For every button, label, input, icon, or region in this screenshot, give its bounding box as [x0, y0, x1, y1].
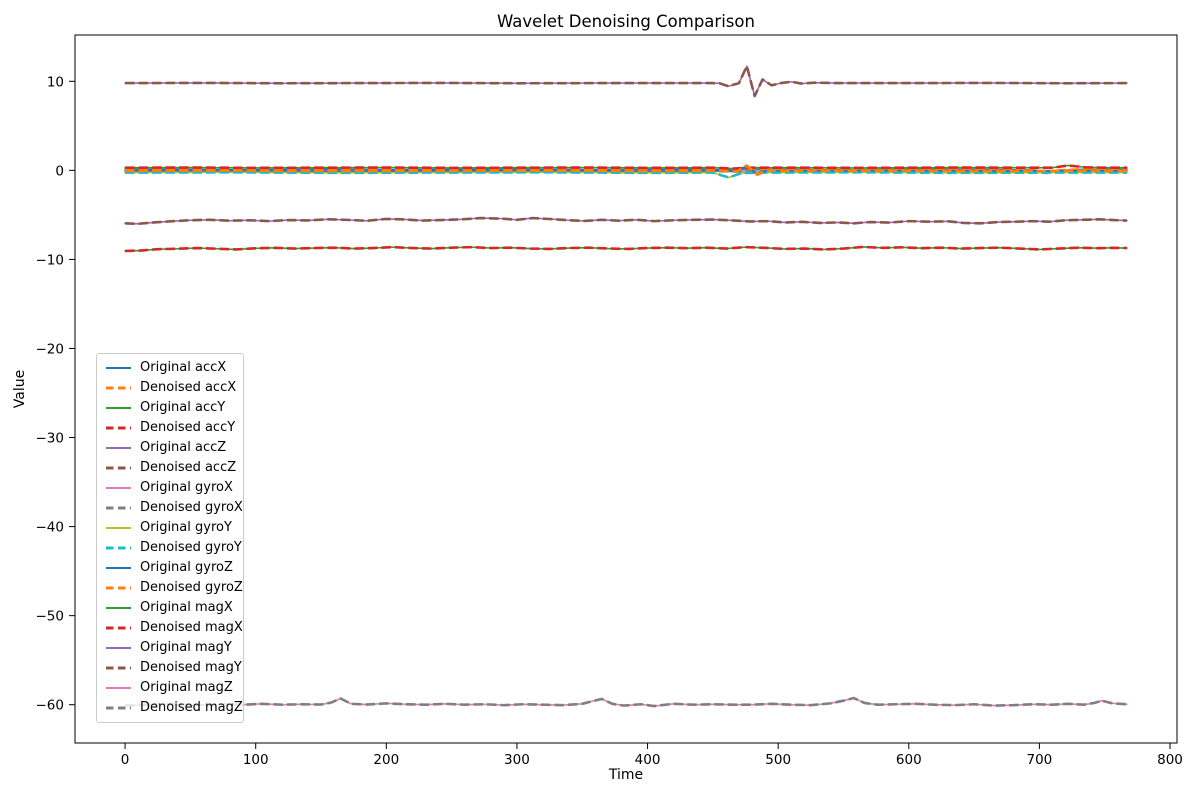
legend-label: Denoised magZ [140, 698, 243, 718]
legend-label: Denoised accY [140, 418, 235, 438]
x-tick-label: 200 [373, 752, 399, 768]
legend-label: Denoised gyroX [140, 498, 243, 518]
legend-entry-original-magZ: Original magZ [105, 678, 237, 698]
legend-label: Denoised gyroZ [140, 578, 243, 598]
x-tick-label: 700 [1027, 752, 1053, 768]
y-tick-label: 0 [55, 163, 64, 179]
legend-label: Original magY [140, 638, 232, 658]
legend-label: Denoised accX [140, 378, 236, 398]
legend-label: Denoised magX [140, 618, 243, 638]
legend-entry-denoised-gyroX: Denoised gyroX [105, 498, 237, 518]
legend-entry-denoised-magZ: Denoised magZ [105, 698, 237, 718]
y-tick-label: −20 [36, 341, 65, 357]
y-tick-label: −30 [36, 431, 65, 447]
dashed-line-sample-icon [105, 658, 132, 678]
y-axis-label: Value [12, 370, 28, 408]
y-tick-label: −50 [36, 609, 65, 625]
legend-entry-original-magY: Original magY [105, 638, 237, 658]
legend-entry-original-accY: Original accY [105, 398, 237, 418]
legend-label: Original gyroZ [140, 558, 233, 578]
legend-entry-original-accX: Original accX [105, 358, 237, 378]
x-tick-label: 600 [896, 752, 922, 768]
dashed-line-sample-icon [105, 498, 132, 518]
legend-box: Original accXDenoised accXOriginal accYD… [96, 353, 244, 723]
plot-title: Wavelet Denoising Comparison [497, 12, 755, 31]
y-tick-label: −60 [36, 698, 65, 714]
x-tick-label: 100 [243, 752, 269, 768]
x-tick-label: 800 [1157, 752, 1183, 768]
solid-line-sample-icon [105, 518, 132, 538]
solid-line-sample-icon [105, 438, 132, 458]
legend-label: Denoised gyroY [140, 538, 242, 558]
legend-label: Denoised accZ [140, 458, 236, 478]
legend-label: Original accZ [140, 438, 226, 458]
legend-entry-original-accZ: Original accZ [105, 438, 237, 458]
legend-entry-original-gyroX: Original gyroX [105, 478, 237, 498]
legend-label: Denoised magY [140, 658, 242, 678]
figure: 0100200300400500600700800 100−10−20−30−4… [0, 0, 1200, 800]
legend-label: Original magZ [140, 678, 233, 698]
legend-entry-original-magX: Original magX [105, 598, 237, 618]
solid-line-sample-icon [105, 598, 132, 618]
legend-label: Original gyroY [140, 518, 232, 538]
y-tick-label: −40 [36, 520, 65, 536]
legend-label: Original magX [140, 598, 233, 618]
legend-entry-denoised-gyroZ: Denoised gyroZ [105, 578, 237, 598]
x-tick-label: 0 [121, 752, 130, 768]
solid-line-sample-icon [105, 678, 132, 698]
legend-entry-denoised-magX: Denoised magX [105, 618, 237, 638]
dashed-line-sample-icon [105, 458, 132, 478]
solid-line-sample-icon [105, 358, 132, 378]
x-tick-label: 400 [635, 752, 661, 768]
legend-label: Original accX [140, 358, 226, 378]
solid-line-sample-icon [105, 638, 132, 658]
dashed-line-sample-icon [105, 538, 132, 558]
legend-entry-denoised-accZ: Denoised accZ [105, 458, 237, 478]
legend-entry-denoised-gyroY: Denoised gyroY [105, 538, 237, 558]
dashed-line-sample-icon [105, 618, 132, 638]
x-tick-label: 300 [504, 752, 530, 768]
legend-label: Original accY [140, 398, 225, 418]
y-tick-label: −10 [36, 252, 65, 268]
legend-entry-denoised-accY: Denoised accY [105, 418, 237, 438]
legend-entry-original-gyroZ: Original gyroZ [105, 558, 237, 578]
legend-entry-denoised-magY: Denoised magY [105, 658, 237, 678]
dashed-line-sample-icon [105, 418, 132, 438]
dashed-line-sample-icon [105, 578, 132, 598]
y-tick-label: 10 [47, 74, 64, 90]
legend-label: Original gyroX [140, 478, 233, 498]
x-tick-label: 500 [765, 752, 791, 768]
solid-line-sample-icon [105, 558, 132, 578]
solid-line-sample-icon [105, 398, 132, 418]
x-axis-label: Time [608, 767, 643, 783]
legend-entry-denoised-accX: Denoised accX [105, 378, 237, 398]
solid-line-sample-icon [105, 478, 132, 498]
legend-entry-original-gyroY: Original gyroY [105, 518, 237, 538]
dashed-line-sample-icon [105, 378, 132, 398]
dashed-line-sample-icon [105, 698, 132, 718]
